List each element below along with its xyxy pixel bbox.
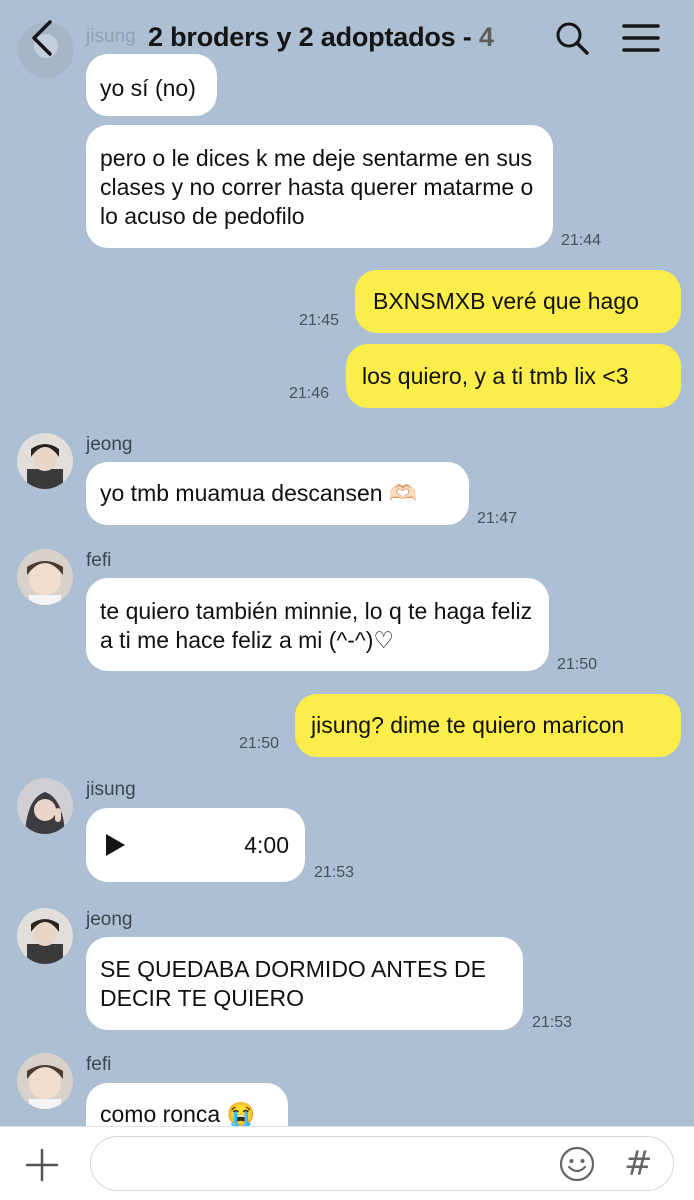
- message-bubble[interactable]: te quiero también minnie, lo q te haga f…: [86, 578, 549, 671]
- attach-button[interactable]: [22, 1145, 62, 1185]
- voice-message[interactable]: 4:00: [86, 808, 305, 882]
- chat-title-text: 2 broders y 2 adoptados -: [148, 22, 479, 52]
- message-bubble[interactable]: BXNSMXB veré que hago: [355, 270, 681, 333]
- avatar[interactable]: [17, 549, 73, 605]
- message-text: BXNSMXB veré que hago: [373, 288, 639, 314]
- message-text: yo sí (no): [100, 74, 196, 101]
- search-button[interactable]: [554, 20, 590, 56]
- sender-name: fefi: [86, 550, 112, 571]
- chat-area[interactable]: jisung 2 broders y 2 adoptados - 4 yo sí…: [0, 0, 694, 1126]
- message-text: los quiero, y a ti tmb lix <3: [362, 362, 629, 389]
- message-text: pero o le dices k me deje sentarme en su…: [100, 145, 534, 229]
- message-text: yo tmb muamua descansen 🫶🏻: [100, 480, 418, 506]
- avatar[interactable]: [17, 778, 73, 834]
- play-icon[interactable]: [106, 834, 125, 856]
- hash-icon[interactable]: #: [624, 1140, 653, 1188]
- smiley-icon: [559, 1146, 595, 1182]
- chat-title: 2 broders y 2 adoptados - 4: [148, 22, 494, 53]
- plus-icon: [25, 1148, 59, 1182]
- sender-name: jisung: [86, 779, 136, 800]
- message-time: 21:50: [239, 735, 280, 752]
- message-bubble[interactable]: jisung? dime te quiero maricon: [295, 694, 681, 757]
- menu-button[interactable]: [622, 22, 660, 54]
- back-button[interactable]: [26, 16, 62, 60]
- sender-name: jeong: [86, 909, 133, 930]
- emoji-button[interactable]: [558, 1145, 596, 1183]
- message-bubble[interactable]: yo tmb muamua descansen 🫶🏻: [86, 462, 469, 525]
- message-time: 21:53: [532, 1014, 573, 1031]
- voice-duration: 4:00: [244, 831, 289, 858]
- sender-name: fefi: [86, 1054, 112, 1075]
- search-icon: [556, 22, 589, 55]
- message-bubble[interactable]: pero o le dices k me deje sentarme en su…: [86, 125, 553, 248]
- avatar[interactable]: [17, 433, 73, 489]
- message-time: 21:46: [289, 385, 330, 402]
- chevron-left-icon: [32, 20, 52, 56]
- ghost-sender-name: jisung: [86, 26, 136, 47]
- message-time: 21:47: [477, 510, 518, 527]
- message-time: 21:53: [314, 864, 355, 881]
- message-bubble[interactable]: yo sí (no): [86, 54, 217, 116]
- message-time: 21:50: [557, 656, 598, 673]
- message-bubble[interactable]: SE QUEDABA DORMIDO ANTES DE DECIR TE QUI…: [86, 937, 523, 1030]
- message-bubble[interactable]: como ronca 😭: [86, 1083, 288, 1126]
- member-count: 4: [478, 22, 494, 52]
- avatar[interactable]: [17, 908, 73, 964]
- message-bubble[interactable]: los quiero, y a ti tmb lix <3: [346, 344, 681, 408]
- sender-name: jeong: [86, 434, 133, 455]
- message-text: como ronca 😭: [100, 1101, 256, 1126]
- message-input[interactable]: [111, 1137, 551, 1189]
- message-time: 21:44: [561, 232, 602, 249]
- message-time: 21:45: [299, 312, 340, 329]
- message-text: jisung? dime te quiero maricon: [311, 712, 625, 738]
- avatar[interactable]: [17, 1053, 73, 1109]
- message-text: te quiero también minnie, lo q te haga f…: [100, 598, 533, 653]
- message-text: SE QUEDABA DORMIDO ANTES DE DECIR TE QUI…: [100, 956, 486, 1011]
- hamburger-menu-icon: [622, 24, 660, 52]
